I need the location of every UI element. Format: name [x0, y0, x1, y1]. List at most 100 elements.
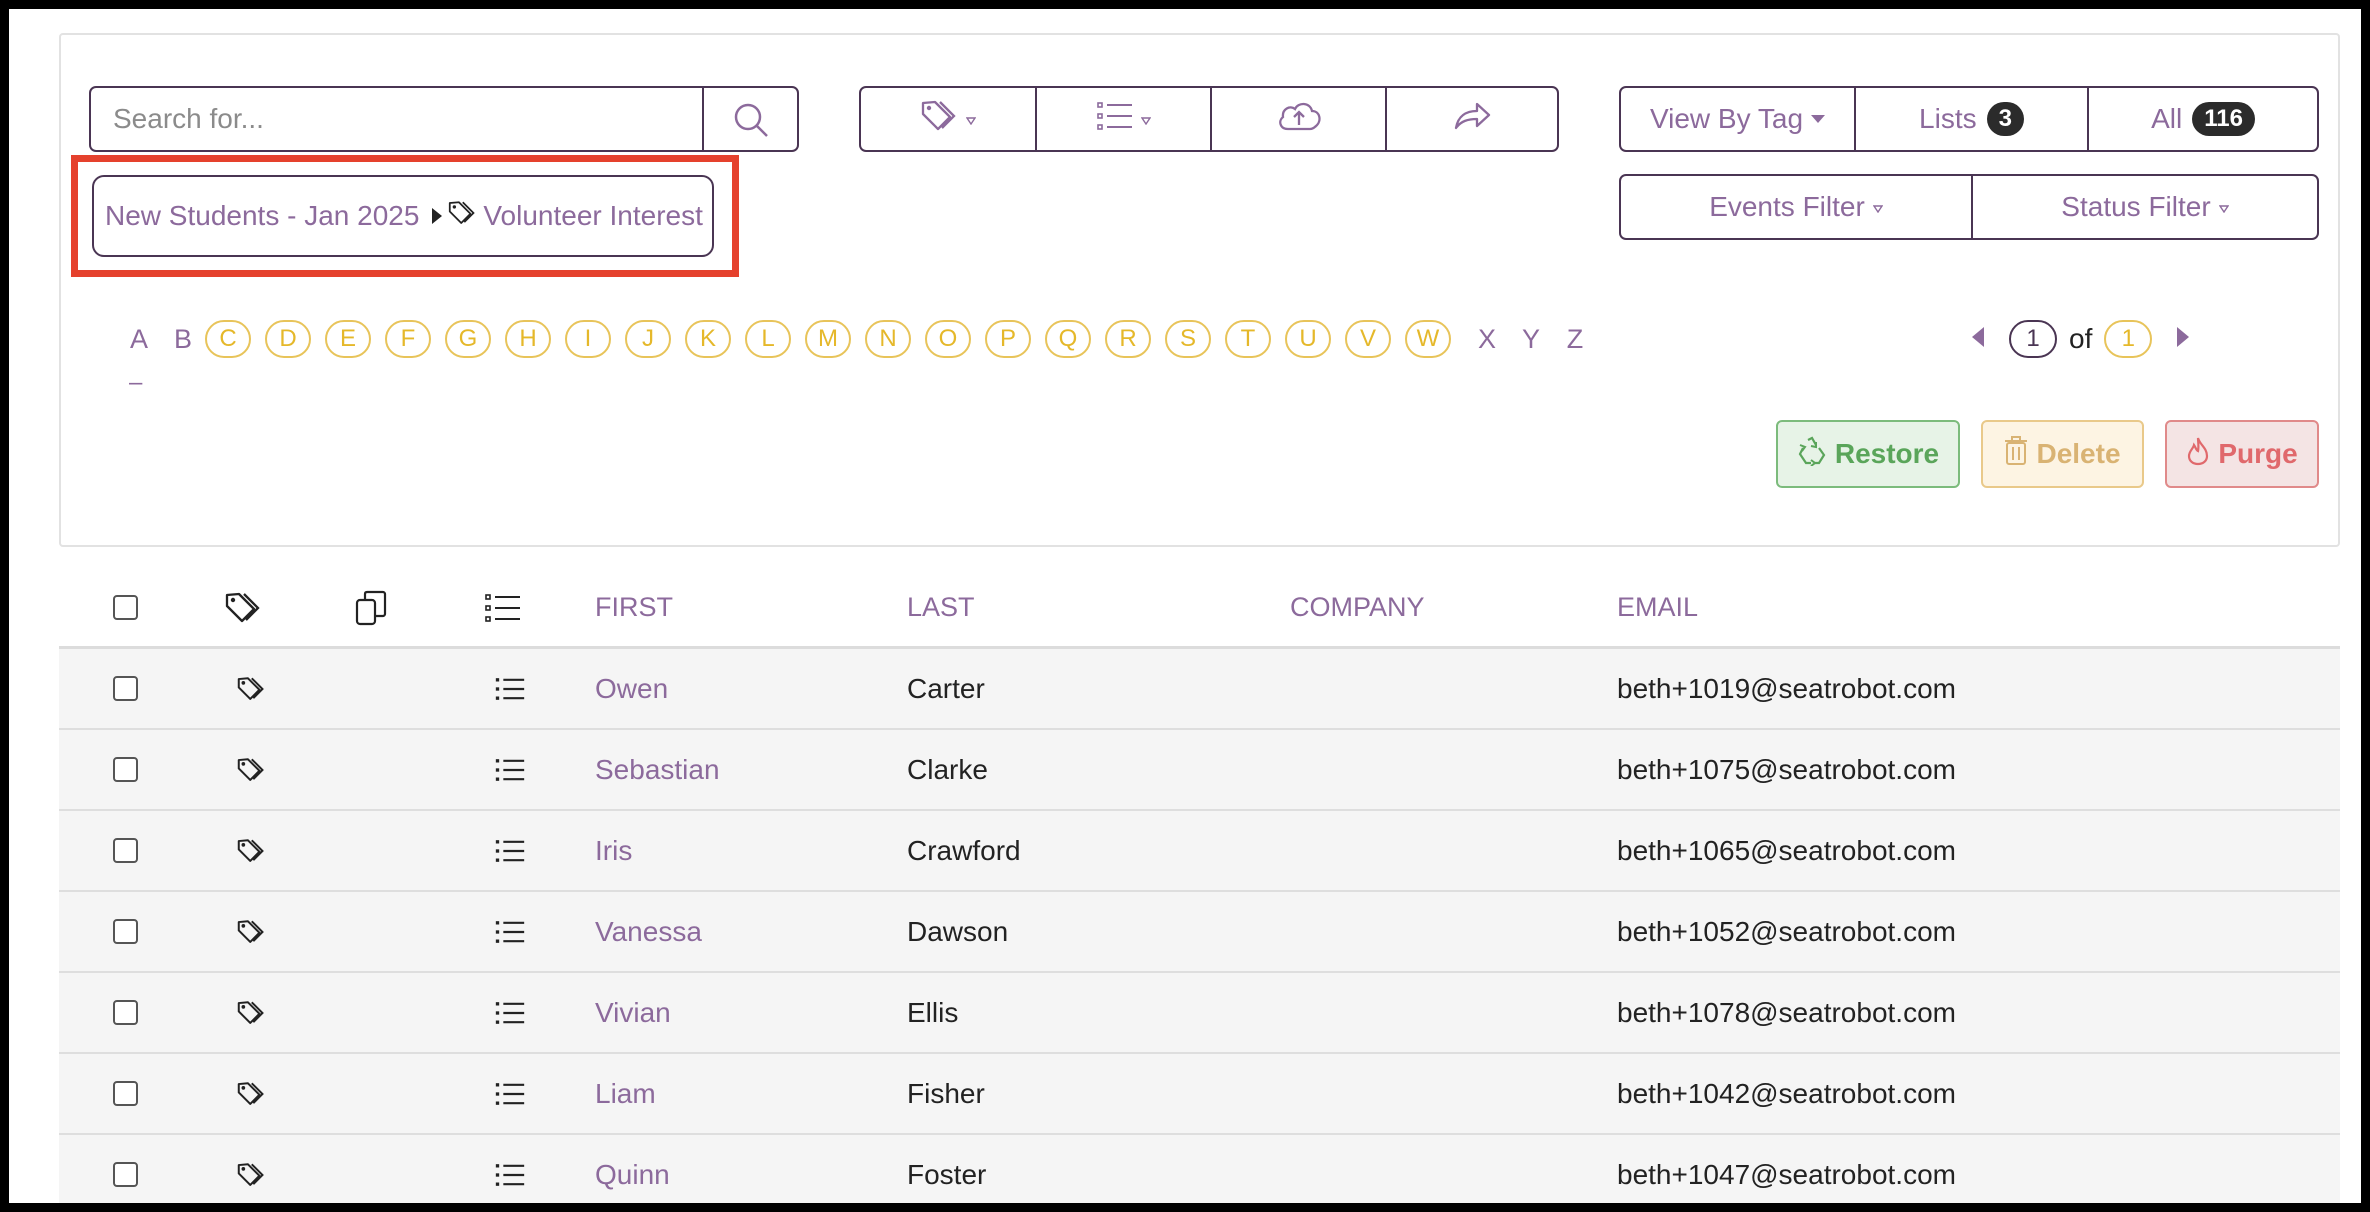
current-page[interactable]: 1: [2009, 320, 2057, 358]
next-page-icon[interactable]: [2176, 326, 2190, 353]
view-by-tag-button[interactable]: View By Tag: [1621, 88, 1854, 150]
search-input[interactable]: [91, 88, 701, 150]
letter-filter-w[interactable]: W: [1405, 320, 1451, 358]
letter-filter-j[interactable]: J: [625, 320, 671, 358]
prev-page-icon[interactable]: [1971, 326, 1985, 353]
total-pages: 1: [2104, 320, 2153, 358]
letter-filter-p[interactable]: P: [985, 320, 1031, 358]
first-name[interactable]: Sebastian: [595, 730, 720, 809]
events-filter-button[interactable]: Events Filter: [1621, 176, 1971, 238]
first-name[interactable]: Vanessa: [595, 892, 702, 971]
row-checkbox[interactable]: [113, 1000, 138, 1025]
row-list-icon[interactable]: [495, 973, 525, 1052]
table-row[interactable]: Quinn Foster beth+1047@seatrobot.com: [59, 1135, 2340, 1203]
letter-filter-h[interactable]: H: [505, 320, 551, 358]
letter-filter-k[interactable]: K: [685, 320, 731, 358]
letter-filter-r[interactable]: R: [1105, 320, 1151, 358]
letter-filter-v[interactable]: V: [1345, 320, 1391, 358]
dash-filter[interactable]: –: [129, 369, 142, 397]
table-row[interactable]: Vanessa Dawson beth+1052@seatrobot.com: [59, 892, 2340, 973]
row-tag-icon[interactable]: [236, 811, 266, 890]
status-filter-button[interactable]: Status Filter: [1971, 176, 2317, 238]
chevron-down-icon: [958, 103, 976, 135]
letter-filter-c[interactable]: C: [205, 320, 251, 358]
all-button[interactable]: All 116: [2087, 88, 2317, 150]
row-list-icon[interactable]: [495, 649, 525, 728]
list-dropdown-button[interactable]: [1035, 88, 1210, 150]
trash-icon: [2004, 435, 2028, 473]
header-email[interactable]: EMAIL: [1617, 569, 1698, 646]
share-button[interactable]: [1385, 88, 1557, 150]
search-box: [89, 86, 799, 152]
header-list-icon[interactable]: [485, 569, 521, 646]
list-icon: [1096, 101, 1133, 138]
first-name[interactable]: Quinn: [595, 1135, 670, 1203]
copy-icon[interactable]: [355, 569, 387, 646]
header-last[interactable]: LAST: [907, 569, 975, 646]
row-tag-icon[interactable]: [236, 973, 266, 1052]
row-list-icon[interactable]: [495, 730, 525, 809]
delete-label: Delete: [2036, 438, 2121, 469]
letter-filter-l[interactable]: L: [745, 320, 791, 358]
row-checkbox[interactable]: [113, 838, 138, 863]
letter-filter-e[interactable]: E: [325, 320, 371, 358]
upload-button[interactable]: [1210, 88, 1385, 150]
purge-button[interactable]: Purge: [2165, 420, 2319, 488]
table-row[interactable]: Iris Crawford beth+1065@seatrobot.com: [59, 811, 2340, 892]
breadcrumb[interactable]: New Students - Jan 2025 Volunteer Intere…: [92, 175, 714, 257]
email: beth+1042@seatrobot.com: [1617, 1077, 1956, 1109]
letter-filter-d[interactable]: D: [265, 320, 311, 358]
row-tag-icon[interactable]: [236, 1054, 266, 1133]
breadcrumb-list-name[interactable]: New Students - Jan 2025: [105, 200, 419, 232]
lists-count-badge: 3: [1986, 102, 2024, 136]
icon-toolbar: [859, 86, 1559, 152]
row-select-cell: [113, 649, 138, 728]
letter-filter-g[interactable]: G: [445, 320, 491, 358]
header-tag-icon[interactable]: [224, 569, 262, 646]
row-tag-icon[interactable]: [236, 892, 266, 971]
lists-button[interactable]: Lists 3: [1854, 88, 2087, 150]
header-first[interactable]: FIRST: [595, 569, 673, 646]
letter-filter-m[interactable]: M: [805, 320, 851, 358]
restore-button[interactable]: Restore: [1776, 420, 1960, 488]
recycle-icon: [1797, 436, 1827, 473]
table-row[interactable]: Sebastian Clarke beth+1075@seatrobot.com: [59, 730, 2340, 811]
row-select-cell: [113, 1054, 138, 1133]
row-tag-icon[interactable]: [236, 649, 266, 728]
row-list-icon[interactable]: [495, 892, 525, 971]
header-company[interactable]: COMPANY: [1290, 569, 1425, 646]
table-row[interactable]: Vivian Ellis beth+1078@seatrobot.com: [59, 973, 2340, 1054]
letter-filter-u[interactable]: U: [1285, 320, 1331, 358]
search-icon[interactable]: [731, 100, 771, 145]
row-checkbox[interactable]: [113, 1081, 138, 1106]
delete-button[interactable]: Delete: [1981, 420, 2144, 488]
row-checkbox[interactable]: [113, 919, 138, 944]
first-name[interactable]: Iris: [595, 811, 632, 890]
letter-filter-t[interactable]: T: [1225, 320, 1271, 358]
row-checkbox[interactable]: [113, 757, 138, 782]
caret-right-icon: [431, 200, 443, 232]
letter-filter-s[interactable]: S: [1165, 320, 1211, 358]
letter-filter-x: X: [1477, 323, 1496, 354]
table-row[interactable]: Owen Carter beth+1019@seatrobot.com: [59, 649, 2340, 730]
letter-filter-q[interactable]: Q: [1045, 320, 1091, 358]
letter-filter-f[interactable]: F: [385, 320, 431, 358]
first-name[interactable]: Liam: [595, 1054, 656, 1133]
table-row[interactable]: Liam Fisher beth+1042@seatrobot.com: [59, 1054, 2340, 1135]
breadcrumb-tag-name[interactable]: Volunteer Interest: [483, 200, 702, 232]
row-list-icon[interactable]: [495, 811, 525, 890]
tag-dropdown-button[interactable]: [861, 88, 1035, 150]
row-list-icon[interactable]: [495, 1135, 525, 1203]
select-all-checkbox[interactable]: [113, 595, 138, 620]
letter-filter-o[interactable]: O: [925, 320, 971, 358]
row-checkbox[interactable]: [113, 1162, 138, 1187]
letter-filter-i[interactable]: I: [565, 320, 611, 358]
first-name[interactable]: Vivian: [595, 973, 671, 1052]
first-name[interactable]: Owen: [595, 649, 668, 728]
letter-filter-n[interactable]: N: [865, 320, 911, 358]
row-tag-icon[interactable]: [236, 1135, 266, 1203]
last-name: Crawford: [907, 834, 1021, 866]
row-checkbox[interactable]: [113, 676, 138, 701]
row-list-icon[interactable]: [495, 1054, 525, 1133]
row-tag-icon[interactable]: [236, 730, 266, 809]
